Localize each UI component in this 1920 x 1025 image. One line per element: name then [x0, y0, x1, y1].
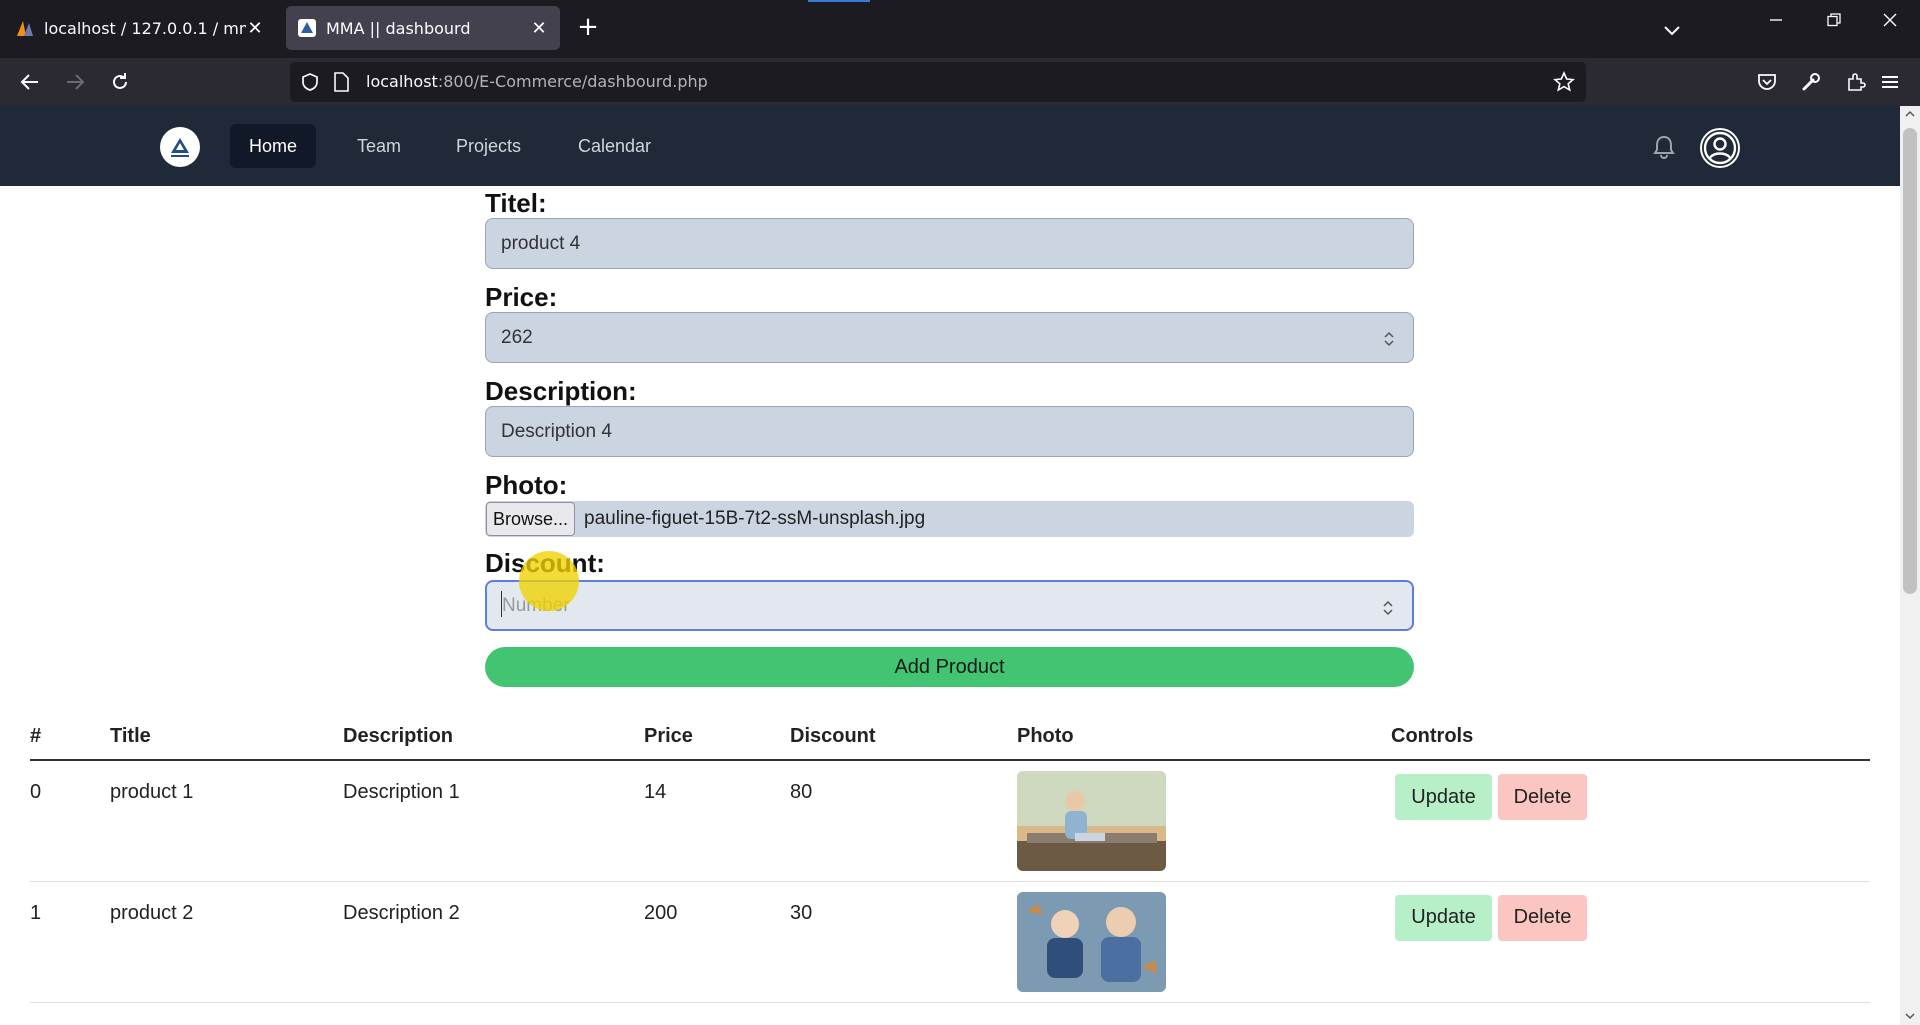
- reload-button[interactable]: [106, 68, 134, 96]
- add-product-button[interactable]: Add Product: [485, 647, 1414, 687]
- column-header-controls: Controls: [1391, 714, 1870, 761]
- site-logo[interactable]: [160, 127, 200, 167]
- mouse-cursor-highlight: [519, 551, 579, 611]
- site-favicon-icon: [298, 19, 316, 37]
- description-input[interactable]: Description 4: [485, 406, 1414, 457]
- extensions-button[interactable]: [1842, 68, 1870, 96]
- tab-strip-indicator: [808, 0, 870, 2]
- restore-button[interactable]: [1806, 0, 1862, 40]
- nav-link-home[interactable]: Home: [230, 124, 317, 168]
- price-label: Price:: [485, 282, 558, 312]
- tab-phpmyadmin[interactable]: localhost / 127.0.0.1 / mma / ac ✕: [4, 6, 276, 50]
- row-description: Description 2: [343, 901, 460, 924]
- number-spinner-icon[interactable]: [1382, 329, 1396, 349]
- page-viewport: Home Team Projects Calendar Titel: produ…: [0, 106, 1900, 1025]
- reload-icon: [113, 73, 127, 89]
- url-bar[interactable]: localhost:800/E-Commerce/dashbourd.php: [290, 62, 1586, 102]
- wrench-icon: [1802, 73, 1820, 91]
- row-price: 200: [644, 901, 678, 924]
- row-index: 0: [30, 781, 42, 803]
- nav-link-projects[interactable]: Projects: [437, 124, 540, 168]
- tab-title: MMA || dashbourd: [326, 18, 471, 38]
- minimize-icon: [1770, 19, 1782, 21]
- row-price: 14: [644, 781, 667, 803]
- puzzle-icon: [1848, 73, 1866, 91]
- number-spinner-icon[interactable]: [1381, 598, 1395, 618]
- browse-button[interactable]: Browse...: [486, 502, 576, 536]
- url-text[interactable]: localhost:800/E-Commerce/dashbourd.php: [366, 72, 708, 91]
- description-label: Description:: [485, 376, 637, 406]
- selected-file-name: pauline-figuet-15B-7t2-ssM-unsplash.jpg: [584, 508, 926, 529]
- row-discount: 80: [790, 781, 813, 803]
- price-input[interactable]: 262: [485, 312, 1414, 363]
- pocket-button[interactable]: [1753, 68, 1781, 96]
- product-photo: [1017, 771, 1166, 871]
- restore-icon: [1827, 13, 1841, 27]
- tools-button[interactable]: [1797, 68, 1825, 96]
- notifications-bell-icon[interactable]: [1650, 133, 1678, 161]
- row-index: 1: [30, 901, 42, 924]
- column-header-photo: Photo: [1017, 714, 1391, 761]
- column-header-discount: Discount: [790, 714, 1017, 761]
- column-header-index: #: [30, 714, 110, 761]
- column-header-price: Price: [644, 714, 790, 761]
- tab-title: localhost / 127.0.0.1 / mma / ac: [44, 18, 246, 38]
- user-profile-icon: [1703, 131, 1737, 165]
- back-arrow-icon: [20, 74, 38, 90]
- nav-link-calendar[interactable]: Calendar: [559, 124, 670, 168]
- table-header-row: # Title Description Price Discount Photo…: [30, 714, 1870, 761]
- page-info-icon[interactable]: [332, 72, 350, 92]
- text-caret: [501, 591, 502, 617]
- description-input-value: Description 4: [501, 420, 612, 442]
- table-row: 0 product 1 Description 1 14 80 Update D…: [30, 760, 1870, 882]
- menu-button[interactable]: [1876, 68, 1904, 96]
- forward-arrow-icon: [67, 74, 85, 90]
- close-window-button[interactable]: [1862, 0, 1918, 40]
- update-button[interactable]: Update: [1395, 774, 1492, 820]
- tab-dashboard[interactable]: MMA || dashbourd ✕: [286, 6, 560, 50]
- photo-label: Photo:: [485, 470, 568, 500]
- update-button[interactable]: Update: [1395, 894, 1492, 941]
- url-path: :800/E-Commerce/dashbourd.php: [437, 72, 708, 91]
- title-label: Titel:: [485, 188, 547, 218]
- user-avatar[interactable]: [1700, 128, 1740, 168]
- price-input-value: 262: [501, 326, 533, 348]
- scroll-down-icon[interactable]: [1905, 1012, 1915, 1020]
- table-row: 1 product 2 Description 2 200 30 Update …: [30, 881, 1870, 1003]
- pocket-icon: [1758, 74, 1776, 90]
- scrollbar-thumb[interactable]: [1903, 128, 1917, 594]
- discount-input[interactable]: Number: [485, 580, 1414, 631]
- column-header-description: Description: [343, 714, 644, 761]
- row-description: Description 1: [343, 781, 460, 803]
- browser-tab-strip: localhost / 127.0.0.1 / mma / ac ✕ MMA |…: [0, 0, 1920, 58]
- row-title: product 1: [110, 781, 194, 803]
- hamburger-menu-icon: [1882, 76, 1898, 88]
- close-tab-icon[interactable]: ✕: [530, 18, 548, 39]
- photo-file-input[interactable]: Browse... pauline-figuet-15B-7t2-ssM-uns…: [485, 501, 1414, 537]
- close-window-icon: [1883, 13, 1897, 27]
- minimize-button[interactable]: [1748, 0, 1804, 40]
- product-photo: [1017, 891, 1166, 992]
- scroll-up-icon[interactable]: [1905, 110, 1915, 118]
- tracking-protection-shield-icon[interactable]: [300, 72, 320, 92]
- back-button[interactable]: [16, 68, 44, 96]
- url-host: localhost: [366, 72, 438, 91]
- products-table: # Title Description Price Discount Photo…: [30, 714, 1870, 1003]
- forward-button[interactable]: [61, 68, 89, 96]
- title-input-value: product 4: [501, 232, 581, 254]
- list-all-tabs-icon[interactable]: [1660, 18, 1684, 42]
- row-discount: 30: [790, 901, 813, 924]
- delete-button[interactable]: Delete: [1498, 774, 1587, 820]
- site-navbar: Home Team Projects Calendar: [0, 106, 1900, 186]
- mountain-logo-icon: [171, 138, 189, 157]
- bookmark-star-icon[interactable]: [1553, 71, 1575, 93]
- title-input[interactable]: product 4: [485, 218, 1414, 269]
- close-tab-icon[interactable]: ✕: [246, 18, 264, 39]
- row-title: product 2: [110, 901, 194, 924]
- new-tab-button[interactable]: +: [574, 14, 602, 42]
- nav-link-team[interactable]: Team: [338, 124, 420, 168]
- phpmyadmin-favicon-icon: [17, 21, 33, 36]
- delete-button[interactable]: Delete: [1498, 894, 1587, 941]
- column-header-title: Title: [110, 714, 343, 761]
